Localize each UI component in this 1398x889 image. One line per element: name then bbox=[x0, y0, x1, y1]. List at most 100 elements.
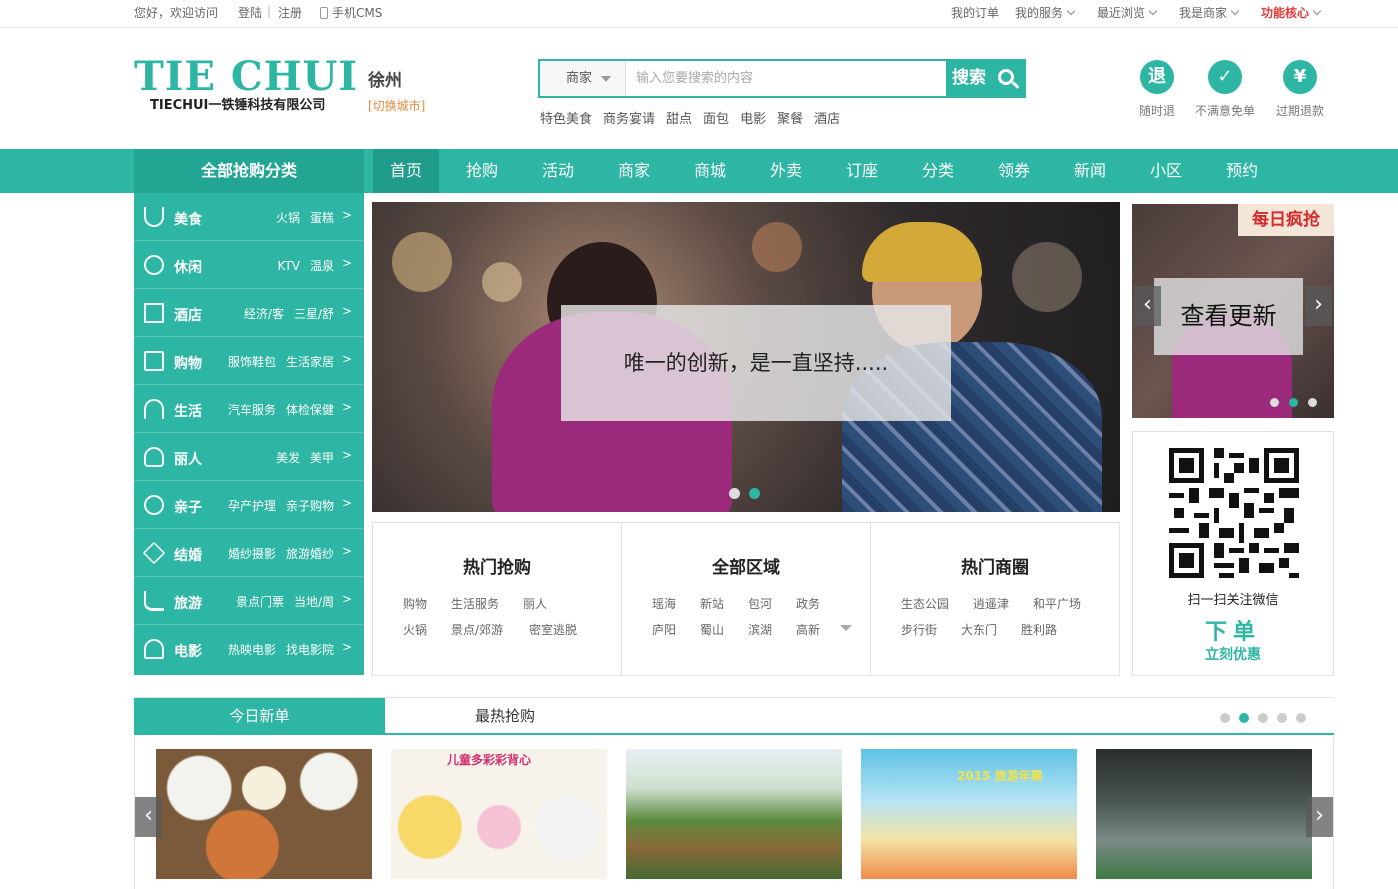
core-menu[interactable]: 功能核心 bbox=[1261, 4, 1322, 21]
my-service-menu[interactable]: 我的服务 bbox=[1015, 4, 1076, 21]
hot-circle-link[interactable]: 大东门 bbox=[961, 621, 997, 638]
deal-thumbnail-garden[interactable] bbox=[626, 749, 842, 879]
category-sub-link[interactable]: 婚纱摄影 bbox=[228, 547, 276, 561]
category-sub-link[interactable]: KTV bbox=[278, 259, 300, 273]
chevron-left-icon[interactable]: ‹ bbox=[135, 797, 162, 837]
nav-item-events[interactable]: 活动 bbox=[525, 149, 591, 193]
merchant-menu[interactable]: 我是商家 bbox=[1179, 4, 1240, 21]
hot-buy-link[interactable]: 生活服务 bbox=[451, 595, 499, 612]
category-sub-link[interactable]: 景点门票 bbox=[236, 595, 284, 609]
category-sub-link[interactable]: 体检保健 bbox=[286, 403, 334, 417]
hot-circle-link[interactable]: 生态公园 bbox=[901, 595, 949, 612]
hot-circle-link[interactable]: 逍遥津 bbox=[973, 595, 1009, 612]
login-link[interactable]: 登陆 bbox=[238, 4, 262, 21]
category-sub-link[interactable]: 蛋糕 bbox=[310, 211, 334, 225]
nav-item-reserve[interactable]: 订座 bbox=[829, 149, 895, 193]
chevron-right-icon[interactable]: › bbox=[1306, 797, 1333, 837]
hot-buy-link[interactable]: 丽人 bbox=[523, 595, 547, 612]
chevron-down-icon[interactable] bbox=[840, 625, 852, 631]
category-item-food[interactable]: 美食 火锅 蛋糕 > bbox=[134, 193, 364, 241]
hot-word[interactable]: 面包 bbox=[703, 112, 729, 127]
area-link[interactable]: 瑶海 bbox=[652, 595, 676, 612]
mobile-cms-link[interactable]: 手机CMS bbox=[320, 4, 382, 21]
tab-hottest[interactable]: 最热抢购 bbox=[385, 698, 625, 734]
area-link[interactable]: 包河 bbox=[748, 595, 772, 612]
deal-thumbnail-showroom[interactable] bbox=[1096, 749, 1312, 879]
deal-thumbnail-kids-vests[interactable]: 儿童多彩彩背心 bbox=[391, 749, 607, 879]
area-link[interactable]: 庐阳 bbox=[652, 621, 676, 638]
hot-word[interactable]: 商务宴请 bbox=[603, 112, 655, 127]
area-link[interactable]: 新站 bbox=[700, 595, 724, 612]
nav-item-coupons[interactable]: 领券 bbox=[981, 149, 1047, 193]
hot-word[interactable]: 酒店 bbox=[814, 112, 840, 127]
pagination-dot[interactable] bbox=[729, 488, 740, 499]
nav-item-booking[interactable]: 预约 bbox=[1209, 149, 1275, 193]
pagination-dot-active[interactable] bbox=[1289, 398, 1298, 407]
nav-item-category[interactable]: 分类 bbox=[905, 149, 971, 193]
chevron-left-icon[interactable]: ‹ bbox=[1134, 286, 1161, 326]
category-item-travel[interactable]: 旅游 景点门票 当地/周 > bbox=[134, 577, 364, 625]
category-item-beauty[interactable]: 丽人 美发 美甲 > bbox=[134, 433, 364, 481]
hot-word[interactable]: 甜点 bbox=[666, 112, 692, 127]
hot-buy-link[interactable]: 密室逃脱 bbox=[529, 621, 577, 638]
category-sub-link[interactable]: 当地/周 bbox=[294, 595, 334, 609]
my-orders-link[interactable]: 我的订单 bbox=[951, 4, 999, 21]
search-button[interactable]: 搜索 bbox=[946, 61, 1024, 96]
category-sub-link[interactable]: 找电影院 bbox=[286, 643, 334, 657]
category-item-wedding[interactable]: 结婚 婚纱摄影 旅游婚纱 > bbox=[134, 529, 364, 577]
nav-item-flash[interactable]: 抢购 bbox=[449, 149, 515, 193]
category-sub-link[interactable]: 美发 bbox=[276, 451, 300, 465]
hot-buy-link[interactable]: 火锅 bbox=[403, 621, 427, 638]
nav-item-takeout[interactable]: 外卖 bbox=[753, 149, 819, 193]
hot-word[interactable]: 聚餐 bbox=[777, 112, 803, 127]
nav-item-mall[interactable]: 商城 bbox=[677, 149, 743, 193]
hot-circle-link[interactable]: 步行街 bbox=[901, 621, 937, 638]
category-sub-link[interactable]: 经济/客 bbox=[244, 307, 284, 321]
category-sub-link[interactable]: 温泉 bbox=[310, 259, 334, 273]
area-link[interactable]: 蜀山 bbox=[700, 621, 724, 638]
category-sub-link[interactable]: 旅游婚纱 bbox=[286, 547, 334, 561]
register-link[interactable]: 注册 bbox=[278, 4, 302, 21]
hero-banner[interactable]: 唯一的创新，是一直坚持..... bbox=[372, 202, 1120, 512]
hot-circle-link[interactable]: 胜利路 bbox=[1021, 621, 1057, 638]
chevron-right-icon[interactable]: › bbox=[1305, 286, 1332, 326]
category-sub-link[interactable]: 三星/舒 bbox=[294, 307, 334, 321]
pagination-dot[interactable] bbox=[1308, 398, 1317, 407]
hot-circle-link[interactable]: 和平广场 bbox=[1033, 595, 1081, 612]
hot-word[interactable]: 特色美食 bbox=[540, 112, 592, 127]
site-logo[interactable]: TIE CHUI bbox=[134, 55, 358, 99]
pagination-dot-active[interactable] bbox=[1239, 713, 1249, 723]
switch-city-link[interactable]: [切换城市] bbox=[368, 97, 425, 114]
pagination-dot[interactable] bbox=[1296, 713, 1306, 723]
hot-buy-link[interactable]: 购物 bbox=[403, 595, 427, 612]
category-sub-link[interactable]: 火锅 bbox=[276, 211, 300, 225]
category-item-kids[interactable]: 亲子 孕产护理 亲子购物 > bbox=[134, 481, 364, 529]
nav-item-merchants[interactable]: 商家 bbox=[601, 149, 667, 193]
category-sub-link[interactable]: 亲子购物 bbox=[286, 499, 334, 513]
nav-item-news[interactable]: 新闻 bbox=[1057, 149, 1123, 193]
pagination-dot[interactable] bbox=[1277, 713, 1287, 723]
area-link[interactable]: 滨湖 bbox=[748, 621, 772, 638]
category-item-movie[interactable]: 电影 热映电影 找电影院 > bbox=[134, 625, 364, 673]
area-link[interactable]: 高新 bbox=[796, 621, 820, 638]
category-sub-link[interactable]: 汽车服务 bbox=[228, 403, 276, 417]
pagination-dot[interactable] bbox=[1220, 713, 1230, 723]
pagination-dot[interactable] bbox=[1270, 398, 1279, 407]
pagination-dot[interactable] bbox=[1258, 713, 1268, 723]
search-type-select[interactable]: 商家 bbox=[540, 61, 626, 96]
deal-thumbnail-travel-pass[interactable]: 2015 旅游年票 bbox=[861, 749, 1077, 879]
deal-thumbnail-food[interactable] bbox=[156, 749, 372, 879]
recent-menu[interactable]: 最近浏览 bbox=[1097, 4, 1158, 21]
search-input[interactable] bbox=[628, 61, 946, 96]
category-sub-link[interactable]: 热映电影 bbox=[228, 643, 276, 657]
all-categories-button[interactable]: 全部抢购分类 bbox=[134, 149, 364, 193]
category-item-shopping[interactable]: 购物 服饰鞋包 生活家居 > bbox=[134, 337, 364, 385]
category-sub-link[interactable]: 美甲 bbox=[310, 451, 334, 465]
category-sub-link[interactable]: 生活家居 bbox=[286, 355, 334, 369]
category-sub-link[interactable]: 服饰鞋包 bbox=[228, 355, 276, 369]
tab-today-new[interactable]: 今日新单 bbox=[134, 698, 385, 734]
category-sub-link[interactable]: 孕产护理 bbox=[228, 499, 276, 513]
hot-buy-link[interactable]: 景点/郊游 bbox=[451, 621, 503, 638]
category-item-hotel[interactable]: 酒店 经济/客 三星/舒 > bbox=[134, 289, 364, 337]
pagination-dot-active[interactable] bbox=[749, 488, 760, 499]
